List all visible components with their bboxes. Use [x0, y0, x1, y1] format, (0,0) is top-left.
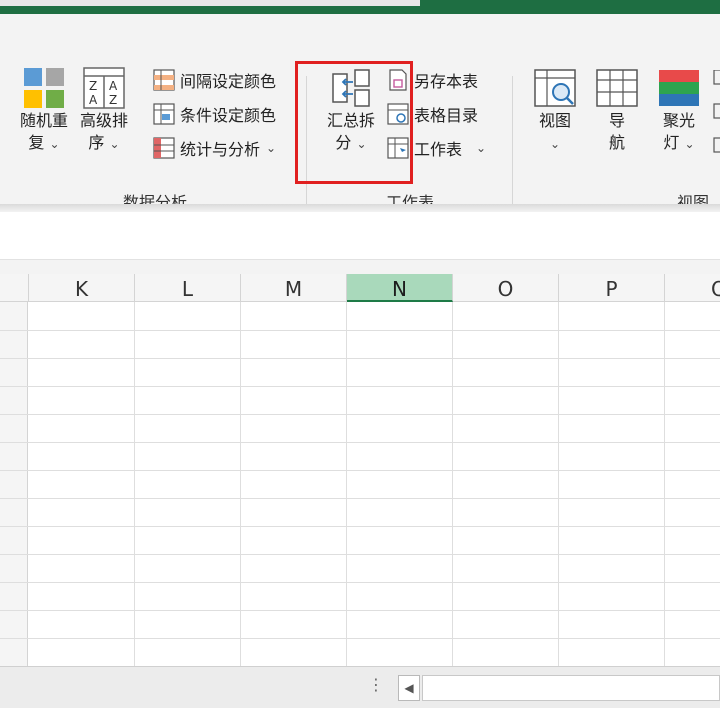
column-header-p[interactable]: P: [559, 274, 665, 302]
svg-text:A: A: [109, 79, 118, 93]
grid-line: [240, 302, 241, 666]
grid-line: [0, 386, 720, 387]
spreadsheet-grid[interactable]: K L M N O P Q: [0, 274, 720, 666]
svg-text:Z: Z: [89, 79, 97, 93]
sort-az-icon: Z A A Z: [83, 67, 125, 109]
grid-line: [0, 470, 720, 471]
chevron-down-icon: ⌄: [549, 137, 561, 151]
group-separator: [512, 76, 513, 211]
column-header-row: K L M N O P Q: [0, 274, 720, 302]
row-header-strip[interactable]: [0, 302, 28, 666]
grid-line: [0, 554, 720, 555]
grid-line: [134, 302, 135, 666]
grid-line: [0, 498, 720, 499]
grid-line: [452, 302, 453, 666]
column-header-k[interactable]: K: [29, 274, 135, 302]
advanced-sort-label-line2: 序: [88, 133, 105, 152]
highlight-box: [295, 61, 413, 184]
random-repeat-button[interactable]: 随机重 复 ⌄: [14, 66, 74, 155]
grid-line: [0, 358, 720, 359]
condition-color-label: 条件设定颜色: [180, 106, 277, 125]
view-button[interactable]: 视图 ⌄: [530, 66, 580, 155]
advanced-sort-button[interactable]: Z A A Z 高级排 序 ⌄: [76, 66, 132, 155]
ribbon: 随机重 复 ⌄ Z A A Z 高级排 序 ⌄ 间隔设定颜色 条件设定颜色 统计…: [0, 14, 720, 212]
navigation-button[interactable]: 导 航: [594, 66, 640, 154]
grid-line: [0, 638, 720, 639]
table-directory-label: 表格目录: [414, 106, 479, 125]
chevron-down-icon: ⌄: [476, 141, 487, 155]
tab-strip: [0, 0, 420, 6]
navigation-label-line2: 航: [608, 133, 625, 152]
svg-text:A: A: [89, 93, 98, 107]
interval-color-icon: [153, 69, 175, 91]
grid-line: [558, 302, 559, 666]
chevron-down-icon: ⌄: [49, 137, 60, 151]
ribbon-shadow: [0, 204, 720, 212]
stats-analysis-label: 统计与分析: [180, 140, 261, 159]
view-icon: [534, 69, 576, 107]
formula-bar-area[interactable]: [0, 212, 720, 260]
chevron-down-icon: ⌄: [266, 141, 277, 155]
condition-color-button[interactable]: 条件设定颜色: [152, 100, 276, 128]
grid-line: [0, 526, 720, 527]
view-label: 视图: [538, 111, 571, 130]
random-repeat-label-line2: 复: [28, 133, 45, 152]
column-header-m[interactable]: M: [241, 274, 347, 302]
column-header-o[interactable]: O: [453, 274, 559, 302]
column-header-q[interactable]: Q: [665, 274, 720, 302]
overflow-icons: [713, 70, 720, 153]
stats-analysis-button[interactable]: 统计与分析 ⌄: [152, 134, 276, 162]
random-repeat-icon: [24, 68, 64, 108]
title-bar: [0, 0, 720, 14]
stats-analysis-icon: [153, 137, 175, 159]
spotlight-button[interactable]: 聚光 灯 ⌄: [654, 66, 704, 155]
save-sheet-label: 另存本表: [414, 72, 479, 91]
interval-color-label: 间隔设定颜色: [180, 72, 277, 91]
column-header-n[interactable]: N: [347, 274, 453, 302]
advanced-sort-label-line1: 高级排: [79, 111, 128, 130]
scroll-left-button[interactable]: ◀: [398, 675, 420, 701]
corner-cell[interactable]: [0, 274, 29, 302]
grid-line: [0, 442, 720, 443]
grid-line: [346, 302, 347, 666]
svg-text:Z: Z: [109, 93, 117, 107]
split-handle-icon[interactable]: ⋮: [368, 675, 384, 694]
spotlight-label-line2: 灯: [663, 133, 680, 152]
grid-line: [664, 302, 665, 666]
spotlight-icon: [659, 70, 699, 106]
random-repeat-label-line1: 随机重: [19, 111, 68, 130]
grid-line: [0, 414, 720, 415]
condition-color-icon: [153, 103, 175, 125]
chevron-down-icon: ⌄: [684, 137, 695, 151]
worksheet-label: 工作表: [414, 140, 463, 159]
chevron-down-icon: ⌄: [109, 137, 120, 151]
status-bar: ⋮ ◀: [0, 666, 720, 708]
grid-line: [0, 582, 720, 583]
navigation-icon: [596, 69, 638, 107]
spotlight-label-line1: 聚光: [662, 111, 695, 130]
grid-line: [0, 330, 720, 331]
navigation-label-line1: 导: [608, 111, 625, 130]
horizontal-scrollbar[interactable]: [422, 675, 720, 701]
column-header-l[interactable]: L: [135, 274, 241, 302]
interval-color-button[interactable]: 间隔设定颜色: [152, 66, 276, 94]
grid-line: [0, 610, 720, 611]
